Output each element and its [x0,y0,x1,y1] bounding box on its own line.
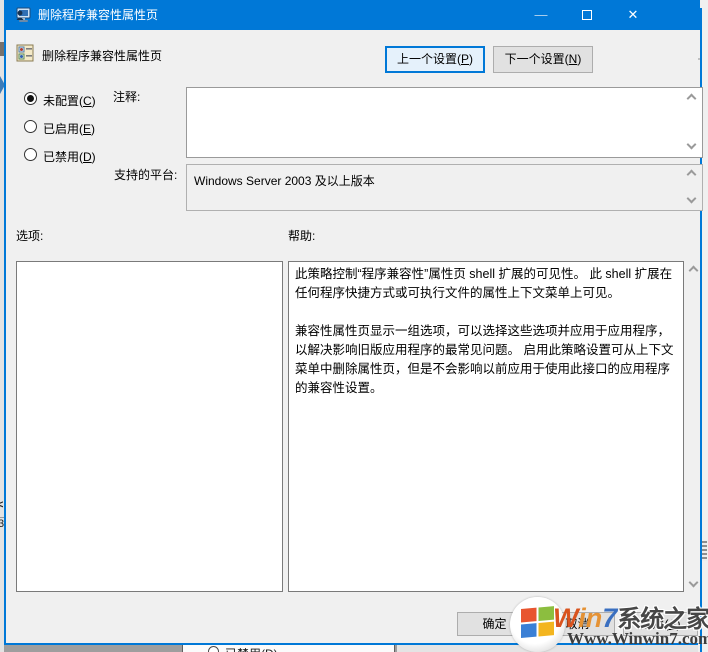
radio-icon [24,148,37,161]
apply-button[interactable]: 应用(A) [623,612,698,636]
button-label: ) [469,52,473,66]
help-paragraph: 兼容性属性页显示一组选项，可以选择这些选项并应用于应用程序，以解决影响旧版应用程… [295,322,677,398]
comment-textarea[interactable] [186,87,703,158]
background-strip [397,645,698,652]
button-label: ) [677,617,681,631]
radio-label: 已禁用(D) [43,148,96,165]
background-dialog-fragment: 已禁用(D) [182,645,395,652]
comment-label: 注释: [113,88,140,105]
policy-setting-icon [16,44,34,62]
setting-title: 删除程序兼容性属性页 [42,47,162,64]
button-hotkey: P [461,52,469,66]
maximize-icon [582,10,592,20]
background-window-bottom-sliver: 已禁用(D) [4,645,698,652]
platform-value: Windows Server 2003 及以上版本 [194,172,375,189]
button-label: ) [577,52,581,66]
radio-label: 未配置(C) [43,92,96,109]
button-label: 应用( [640,617,668,631]
scroll-down-icon[interactable] [687,194,697,204]
help-paragraph: 此策略控制“程序兼容性”属性页 shell 扩展的可见性。 此 shell 扩展… [295,265,677,303]
next-setting-button[interactable]: 下一个设置(N) [493,46,593,73]
close-button[interactable]: ✕ [610,0,656,30]
cancel-button[interactable]: 取消 [540,612,615,636]
help-scroll-up-icon[interactable] [689,266,699,276]
background-scroll-left-icon: < [0,499,3,511]
maximize-button[interactable] [564,0,610,30]
radio-label: 已启用(E) [43,120,95,137]
button-hotkey: A [668,617,676,631]
scroll-up-icon[interactable] [687,170,697,180]
scroll-up-icon[interactable] [687,94,697,104]
radio-icon [24,120,37,133]
screenshot-canvas: < 3 已禁用(D) 删除程序兼容性属性页 — [0,0,708,652]
ok-button[interactable]: 确定 [457,612,532,636]
radio-icon [24,92,37,105]
minimize-button[interactable]: — [518,0,564,30]
titlebar[interactable]: 删除程序兼容性属性页 — ✕ [6,0,700,30]
help-panel: 此策略控制“程序兼容性”属性页 shell 扩展的可见性。 此 shell 扩展… [288,261,684,592]
help-text: 此策略控制“程序兼容性”属性页 shell 扩展的可见性。 此 shell 扩展… [289,262,683,401]
options-panel [16,261,283,592]
button-label: 上一个设置( [397,52,461,66]
platform-label: 支持的平台: [114,166,177,183]
help-label: 帮助: [288,227,315,244]
button-label: 下一个设置( [505,52,569,66]
platform-textbox: Windows Server 2003 及以上版本 [186,164,703,211]
previous-setting-button[interactable]: 上一个设置(P) [385,46,485,73]
help-scroll-down-icon[interactable] [689,578,699,588]
background-text-fragment [702,541,707,561]
radio-icon [208,646,219,652]
partial-radio-label: 已禁用(D) [225,645,278,652]
scroll-down-icon[interactable] [687,140,697,150]
policy-setting-dialog: 删除程序兼容性属性页 — ✕ 删除程序兼容性属性页 上一个设置(P) 下一个设置… [4,0,698,645]
options-label: 选项: [16,227,43,244]
window-title: 删除程序兼容性属性页 [38,0,158,30]
group-policy-icon [15,7,31,23]
